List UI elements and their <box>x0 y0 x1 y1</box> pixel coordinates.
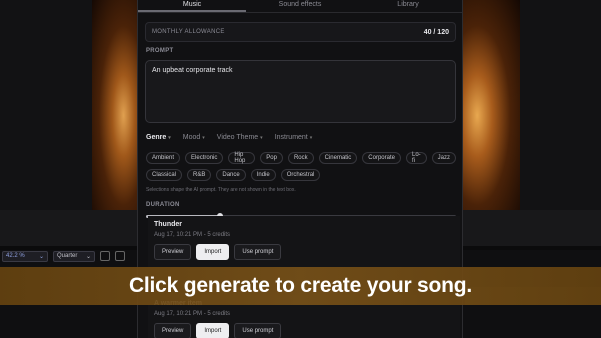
result-title: Thunder <box>154 221 182 228</box>
genre-chip[interactable]: Cinematic <box>318 152 358 164</box>
caption-text: Click generate to create your song. <box>128 274 473 297</box>
filter-tabs: Genre ▾ Mood ▾ Video Theme ▾ Instrument ▾ <box>146 134 312 141</box>
allowance-label: MONTHLY ALLOWANCE <box>152 29 225 35</box>
result-card: Thunder Aug 17, 10:21 PM - 5 credits Pre… <box>148 216 460 268</box>
genre-chip[interactable]: Pop <box>260 152 283 164</box>
import-button[interactable]: Import <box>196 323 230 338</box>
genre-chips-row-1: Ambient Electronic Hip Hop Pop Rock Cine… <box>146 152 456 164</box>
filter-instrument-label: Instrument <box>274 134 308 141</box>
result-meta: Aug 17, 10:21 PM - 5 credits <box>154 311 231 317</box>
genre-chip[interactable]: Orchestral <box>280 169 321 181</box>
import-button[interactable]: Import <box>196 244 230 260</box>
zoom-select[interactable]: 42.2 % ⌄ <box>2 250 48 262</box>
chevron-down-icon: ⌄ <box>85 253 91 260</box>
prompt-label: PROMPT <box>146 48 174 54</box>
quality-value: Quarter <box>57 253 78 259</box>
allowance-value: 40 / 120 <box>423 28 449 36</box>
tab-music[interactable]: Music <box>138 0 246 12</box>
prompt-input[interactable]: An upbeat corporate track <box>145 60 456 123</box>
video-preview-left <box>92 0 137 210</box>
chevron-down-icon: ▾ <box>260 134 263 141</box>
chevron-down-icon: ▾ <box>202 134 205 141</box>
fit-icon[interactable] <box>100 251 110 261</box>
timeline-controls: 42.2 % ⌄ Quarter ⌄ <box>0 249 125 263</box>
genre-chip[interactable]: Hip Hop <box>228 152 256 164</box>
result-actions: Preview Import Use prompt <box>154 323 460 338</box>
filter-video-theme[interactable]: Video Theme ▾ <box>217 134 263 141</box>
quality-select[interactable]: Quarter ⌄ <box>53 250 95 262</box>
chevron-down-icon: ⌄ <box>38 253 44 260</box>
genre-chip[interactable]: Electronic <box>185 152 224 164</box>
tab-library[interactable]: Library <box>354 0 462 12</box>
editor-right-panel <box>520 0 601 245</box>
use-prompt-button[interactable]: Use prompt <box>234 244 282 260</box>
filter-genre-label: Genre <box>146 134 167 141</box>
genre-chip[interactable]: R&B <box>187 169 212 181</box>
panel-tabs: Music Sound effects Library <box>138 0 462 13</box>
genre-chip[interactable]: Classical <box>146 169 183 181</box>
genre-chips-row-2: Classical R&B Dance Indie Orchestral <box>146 169 456 181</box>
genre-chip[interactable]: Jazz <box>431 152 456 164</box>
editor-left-panel <box>0 0 92 245</box>
result-actions: Preview Import Use prompt <box>154 244 460 260</box>
use-prompt-button[interactable]: Use prompt <box>234 323 282 338</box>
filter-instrument[interactable]: Instrument ▾ <box>275 134 313 141</box>
genre-chip[interactable]: Rock <box>287 152 314 164</box>
chevron-down-icon: ▾ <box>168 134 171 141</box>
genre-hint: Selections shape the AI prompt. They are… <box>146 187 296 193</box>
genre-chip[interactable]: Corporate <box>362 152 401 164</box>
filter-video-theme-label: Video Theme <box>216 134 259 141</box>
zoom-value: 42.2 % <box>6 253 25 259</box>
genre-chip[interactable]: Indie <box>250 169 276 181</box>
genre-chip[interactable]: Dance <box>216 169 246 181</box>
chevron-down-icon: ▾ <box>309 134 313 141</box>
monthly-allowance: MONTHLY ALLOWANCE 40 / 120 <box>145 22 456 42</box>
video-preview-right <box>463 0 520 210</box>
duration-label: DURATION <box>146 202 180 208</box>
filter-mood[interactable]: Mood ▾ <box>183 134 205 141</box>
filter-mood-label: Mood <box>182 134 201 141</box>
preview-button[interactable]: Preview <box>154 244 192 260</box>
genre-chip[interactable]: Ambient <box>146 152 181 164</box>
safe-margins-icon[interactable] <box>115 251 125 261</box>
tab-sound-effects[interactable]: Sound effects <box>246 0 354 12</box>
preview-button[interactable]: Preview <box>154 323 192 338</box>
genre-chip[interactable]: Lo-fi <box>405 152 427 164</box>
filter-genre[interactable]: Genre ▾ <box>146 134 171 141</box>
result-meta: Aug 17, 10:21 PM - 5 credits <box>154 232 231 238</box>
tutorial-caption: Click generate to create your song. <box>0 267 601 305</box>
